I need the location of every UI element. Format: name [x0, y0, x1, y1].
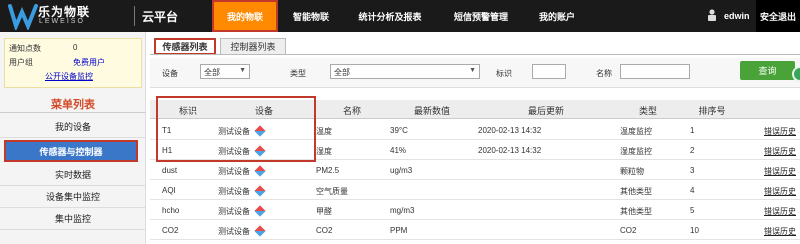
cell-updated: 2020-02-13 14:32	[478, 126, 542, 135]
nav-statistics[interactable]: 统计分析及报表	[344, 0, 436, 32]
cell-order: 4	[690, 186, 695, 195]
logo-english-text: LEWEISO	[39, 18, 85, 25]
sidebar-item-device-monitor[interactable]: 设备集中监控	[0, 186, 146, 208]
public-monitor-link[interactable]: 公开设备监控	[45, 71, 93, 82]
table-row: AQI 测试设备 空气质量 其他类型 4 错误历史	[150, 181, 800, 200]
cell-type: 颗粒物	[620, 167, 644, 176]
menu-title: 菜单列表	[51, 99, 95, 111]
type-select[interactable]: 全部 ▼	[330, 64, 480, 79]
sidebar-item-central-monitor[interactable]: 集中监控	[0, 208, 146, 230]
cell-tag: AQI	[162, 186, 176, 195]
device-select[interactable]: 全部 ▼	[200, 64, 250, 79]
cell-order: 2	[690, 146, 695, 155]
error-history-link[interactable]: 错误历史	[764, 206, 796, 217]
annotation-highlight-box	[156, 96, 316, 162]
table-row: dust 测试设备 PM2.5 ug/m3 颗粒物 3 错误历史	[150, 161, 800, 180]
type-filter-label: 类型	[290, 69, 306, 78]
device-icon	[254, 185, 266, 197]
points-value: 0	[73, 43, 78, 52]
sidebar: 通知点数 0 用户组 免费用户 公开设备监控 菜单列表 我的设备 传感器与控制器…	[0, 32, 146, 244]
top-navigation-bar: 乐为物联 LEWEISO 云平台 我的物联 智能物联 统计分析及报表 短信预警管…	[0, 0, 800, 32]
cell-order: 10	[690, 226, 699, 235]
type-select-value: 全部	[334, 68, 350, 77]
sidebar-item-my-devices[interactable]: 我的设备	[0, 116, 146, 138]
nav-my-account[interactable]: 我的账户	[526, 0, 588, 32]
logo-divider	[134, 6, 135, 26]
query-button[interactable]: 查询	[740, 61, 795, 80]
error-history-link[interactable]: 错误历史	[764, 146, 796, 157]
cell-type: 其他类型	[620, 207, 652, 216]
device-icon	[254, 225, 266, 237]
cell-type: 其他类型	[620, 187, 652, 196]
tag-filter-label: 标识	[496, 69, 512, 78]
cell-tag: CO2	[162, 226, 179, 235]
cell-tag: dust	[162, 166, 178, 175]
device-filter-label: 设备	[162, 69, 178, 78]
name-filter-label: 名称	[596, 69, 612, 78]
nav-my-iot[interactable]: 我的物联	[212, 0, 278, 32]
sidebar-item-sensors-controllers[interactable]: 传感器与控制器	[4, 140, 138, 162]
device-icon	[254, 205, 266, 217]
cell-order: 5	[690, 206, 695, 215]
cell-updated: 2020-02-13 14:32	[478, 146, 542, 155]
error-history-link[interactable]: 错误历史	[764, 226, 796, 237]
cell-name: 空气质量	[316, 187, 348, 196]
nav-smart-iot[interactable]: 智能物联	[280, 0, 342, 32]
tab-baseline	[150, 54, 800, 55]
cell-device: 测试设备	[218, 207, 250, 216]
table-row: hcho 测试设备 甲醛 mg/m3 其他类型 5 错误历史	[150, 201, 800, 220]
cell-order: 1	[690, 126, 695, 135]
cell-name: 湿度	[316, 147, 332, 156]
error-history-link[interactable]: 错误历史	[764, 166, 796, 177]
tab-sensor-list[interactable]: 传感器列表	[154, 38, 216, 55]
cell-name: PM2.5	[316, 166, 340, 175]
name-input[interactable]	[620, 64, 690, 79]
error-history-link[interactable]: 错误历史	[764, 186, 796, 197]
username: edwin	[724, 11, 750, 21]
cell-value: PPM	[390, 226, 408, 235]
cell-name: 温度	[316, 127, 332, 136]
cell-tag: hcho	[162, 206, 180, 215]
sidebar-item-realtime-data[interactable]: 实时数据	[0, 164, 146, 186]
platform-title: 云平台	[142, 10, 179, 24]
error-history-link[interactable]: 错误历史	[764, 126, 796, 137]
col-type[interactable]: 类型	[639, 104, 657, 117]
chevron-down-icon: ▼	[239, 67, 246, 74]
cell-device: 测试设备	[218, 227, 250, 236]
menu-divider	[0, 112, 146, 113]
cell-name: CO2	[316, 226, 333, 235]
tag-input[interactable]	[532, 64, 566, 79]
android-user-icon	[708, 9, 716, 21]
device-icon	[254, 165, 266, 177]
cell-type: CO2	[620, 226, 637, 235]
cell-value: ug/m3	[390, 166, 413, 175]
group-value: 免费用户	[73, 58, 105, 67]
account-info-box: 通知点数 0 用户组 免费用户 公开设备监控	[4, 38, 142, 88]
cell-type: 温度监控	[620, 127, 652, 136]
col-name[interactable]: 名称	[343, 104, 361, 117]
logout-button[interactable]: 安全退出	[756, 0, 800, 32]
device-select-value: 全部	[204, 68, 220, 77]
nav-sms-alert[interactable]: 短信预警管理	[438, 0, 524, 32]
cell-name: 甲醛	[316, 207, 332, 216]
cell-value: 39°C	[390, 126, 408, 135]
cell-value: mg/m3	[390, 206, 415, 215]
points-label: 通知点数	[9, 44, 41, 53]
cell-value: 41%	[390, 146, 407, 155]
cell-device: 测试设备	[218, 167, 250, 176]
cell-device: 测试设备	[218, 187, 250, 196]
col-latest-value[interactable]: 最新数值	[414, 104, 450, 117]
group-label: 用户组	[9, 58, 33, 67]
col-order[interactable]: 排序号	[698, 104, 725, 117]
tab-controller-list[interactable]: 控制器列表	[220, 38, 286, 55]
col-last-updated[interactable]: 最后更新	[528, 104, 564, 117]
chevron-down-icon: ▼	[469, 67, 476, 74]
cell-type: 湿度监控	[620, 147, 652, 156]
cell-order: 3	[690, 166, 695, 175]
table-row: CO2 测试设备 CO2 PPM CO2 10 错误历史	[150, 221, 800, 240]
